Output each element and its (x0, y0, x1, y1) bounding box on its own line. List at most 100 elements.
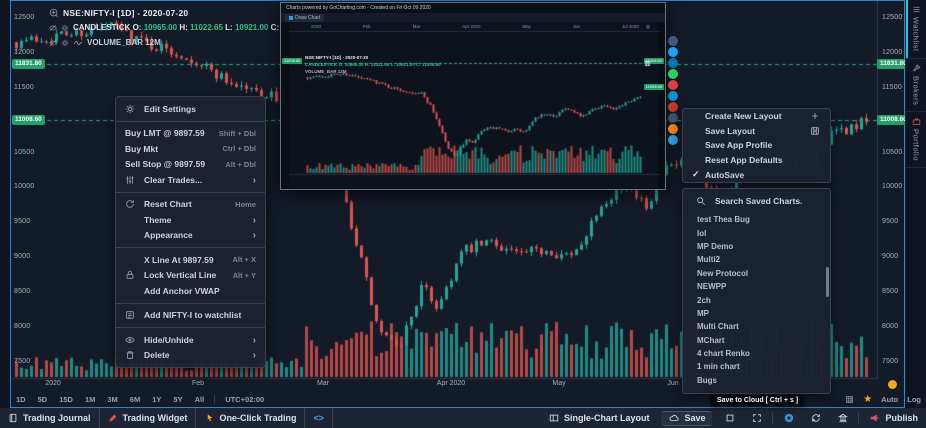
price-tick: 10500 (882, 149, 902, 156)
eye-slash-icon[interactable] (49, 24, 57, 32)
menu-item-buy-lmt-9897-59[interactable]: Buy LMT @ 9897.59Shift + Dbl (116, 126, 265, 142)
symbol-title: NSE:NIFTY-I [1D] - 2020-07-20 (63, 8, 188, 18)
square-button[interactable] (716, 408, 743, 428)
preview-tab[interactable]: Draw Chart (285, 14, 324, 22)
trading-journal-button[interactable]: Trading Journal (0, 408, 100, 428)
layout-menu-autosave[interactable]: ✓AutoSave (683, 167, 830, 182)
side-tab-brokers[interactable]: Brokers (906, 59, 926, 112)
timeframe-6m[interactable]: 6M (124, 395, 146, 404)
sync-button[interactable] (802, 408, 829, 428)
timeframe-1m[interactable]: 1M (79, 395, 101, 404)
menu-item-add-nifty-i-to-watchlist[interactable]: Add NIFTY-I to watchlist (116, 308, 265, 324)
saved-chart-item[interactable]: 1 min chart (683, 360, 830, 373)
preview-date-tick: Apr 2020 (462, 24, 480, 29)
saved-chart-item[interactable]: Bugs (683, 374, 830, 387)
favorite-star-icon[interactable]: ★ (863, 395, 872, 405)
layout-menu-create-new-layout[interactable]: Create New Layout (683, 109, 830, 124)
square-icon (725, 413, 735, 423)
saved-chart-item[interactable]: 2ch (683, 293, 830, 306)
timeframe-5d[interactable]: 5D (32, 395, 54, 404)
side-tab-portfolio[interactable]: Portfolio (906, 112, 926, 168)
log-scale-toggle[interactable]: Log (907, 395, 921, 404)
saved-chart-item[interactable]: MChart (683, 334, 830, 347)
timeframe-all[interactable]: All (189, 395, 211, 404)
menu-item-x-line-at-9897-59[interactable]: X Line At 9897.59Alt + X (116, 252, 265, 268)
saved-chart-item[interactable]: Multi2 (683, 253, 830, 266)
timeframe-5y[interactable]: 5Y (167, 395, 188, 404)
saved-chart-item[interactable]: 4 chart Renko (683, 347, 830, 360)
preview-body[interactable]: 2020FebMarApr 2020MayJunJul 2020 NSE:NIF… (281, 22, 665, 189)
layout-menu-save-app-profile[interactable]: Save App Profile (683, 138, 830, 153)
button-label: Publish (885, 413, 918, 423)
bank-button[interactable] (829, 408, 856, 428)
price-tick: 11500 (882, 84, 902, 91)
timeframe-1y[interactable]: 1Y (146, 395, 167, 404)
share-email-icon[interactable] (668, 113, 678, 123)
price-tick: 12000 (14, 49, 34, 56)
divider (772, 412, 773, 424)
saved-chart-item[interactable]: test Thea Bug (683, 213, 830, 226)
saved-chart-item[interactable]: NEWPP (683, 280, 830, 293)
timeframe-1d[interactable]: 1D (10, 395, 32, 404)
price-tick: 8500 (14, 288, 30, 295)
saved-charts-scrollbar[interactable] (826, 267, 829, 297)
menu-item-hide-unhide[interactable]: Hide/Unhide› (116, 332, 265, 348)
briefcase-icon (912, 117, 921, 126)
notification-dot[interactable] (888, 380, 897, 389)
menu-item-reset-chart[interactable]: Reset ChartHome (116, 197, 265, 213)
layout-menu-save-layout[interactable]: Save Layout (683, 124, 830, 139)
preview-date-tick: Jul 2020 (622, 24, 639, 29)
eye-slash-icon[interactable] (49, 39, 57, 47)
menu-item-delete[interactable]: Delete› (116, 348, 265, 364)
share-telegram-icon[interactable] (668, 91, 678, 101)
menu-item-edit-settings[interactable]: Edit Settings (116, 101, 265, 117)
zoom-symbol-icon[interactable] (49, 8, 59, 18)
layout-menu-reset-app-defaults[interactable]: Reset App Defaults (683, 153, 830, 168)
expand-button[interactable] (743, 408, 770, 428)
-button[interactable]: <> (305, 408, 333, 428)
one-click-trading-button[interactable]: One-Click Trading (196, 408, 305, 428)
share-youtube-icon[interactable] (668, 102, 678, 112)
menu-item-lock-vertical-line[interactable]: Lock Vertical LineAlt + Y (116, 268, 265, 284)
share-whatsapp-icon[interactable] (668, 69, 678, 79)
menu-item-sell-stop-9897-59[interactable]: Sell Stop @ 9897.59Alt + Dbl (116, 157, 265, 173)
context-menu-group: X Line At 9897.59Alt + XLock Vertical Li… (116, 247, 265, 303)
trading-widget-button[interactable]: Trading Widget (100, 408, 197, 428)
share-messenger-icon[interactable] (668, 135, 678, 145)
menu-item-label: X Line At 9897.59 (144, 255, 232, 265)
publish-button[interactable]: Publish (861, 408, 926, 428)
side-tab-watchlist[interactable]: Watchlist (906, 0, 926, 59)
list-icon (912, 5, 921, 14)
timezone-label[interactable]: UTC+02:00 (219, 395, 270, 404)
chart-context-menu: Edit Settings Buy LMT @ 9897.59Shift + Db… (115, 96, 266, 368)
single-chart-layout-button[interactable]: Single-Chart Layout (540, 408, 658, 428)
menu-item-appearance[interactable]: Appearance› (116, 228, 265, 244)
grid-icon[interactable] (845, 395, 854, 404)
saved-chart-item[interactable]: MP (683, 307, 830, 320)
shortcut-label: Alt + X (232, 255, 256, 264)
menu-item-add-anchor-vwap[interactable]: Add Anchor VWAP (116, 283, 265, 299)
menu-item-theme[interactable]: Theme› (116, 212, 265, 228)
plus-icon (810, 111, 820, 121)
share-linkedin-icon[interactable] (668, 58, 678, 68)
lock-icon (125, 270, 144, 280)
share-pinterest-icon[interactable] (668, 80, 678, 90)
auto-scale-toggle[interactable]: Auto (881, 395, 898, 404)
camera-button[interactable] (775, 408, 802, 428)
series-settings-gear-icon[interactable] (61, 24, 69, 32)
share-twitter-icon[interactable] (668, 47, 678, 57)
saved-chart-item[interactable]: New Protocol (683, 267, 830, 280)
saved-charts-search[interactable]: Search Saved Charts. (683, 189, 830, 213)
volume-settings-gear-icon[interactable] (61, 39, 69, 47)
timeframe-3m[interactable]: 3M (101, 395, 123, 404)
volume-row: VOLUME_BAR 12M (87, 38, 161, 47)
save-button[interactable]: Save (661, 411, 712, 426)
saved-chart-item[interactable]: lol (683, 226, 830, 239)
menu-item-buy-mkt[interactable]: Buy MktCtrl + Dbl (116, 141, 265, 157)
timeframe-15d[interactable]: 15D (53, 395, 79, 404)
saved-chart-item[interactable]: Multi Chart (683, 320, 830, 333)
menu-item-clear-trades[interactable]: Clear Trades...› (116, 172, 265, 188)
share-facebook-icon[interactable] (668, 36, 678, 46)
share-reddit-icon[interactable] (668, 124, 678, 134)
saved-chart-item[interactable]: MP Demo (683, 240, 830, 253)
